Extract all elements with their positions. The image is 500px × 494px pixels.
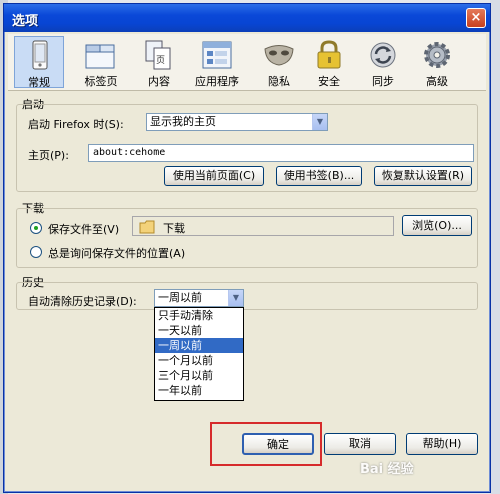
tab-advanced-label: 高级: [426, 75, 448, 88]
phone-icon: [32, 40, 48, 70]
ok-button[interactable]: 确定: [242, 433, 314, 455]
applications-icon: [202, 41, 232, 69]
history-option[interactable]: 一年以前: [155, 383, 243, 398]
save-to-radio[interactable]: [30, 222, 42, 234]
history-option[interactable]: 只手动清除: [155, 308, 243, 323]
chevron-down-icon: ▼: [312, 114, 327, 130]
tab-sync-label: 同步: [372, 75, 394, 88]
history-clear-select[interactable]: 一周以前 ▼: [154, 289, 244, 307]
tab-content-label: 内容: [148, 75, 170, 88]
always-ask-radio[interactable]: [30, 246, 42, 258]
cancel-button[interactable]: 取消: [324, 433, 396, 455]
window-title: 选项: [12, 14, 39, 29]
home-page-label: 主页(P):: [28, 149, 69, 162]
home-page-input[interactable]: about:cehome: [88, 144, 474, 162]
tab-security-label: 安全: [318, 75, 340, 88]
tab-applications[interactable]: 应用程序: [188, 36, 246, 88]
history-option[interactable]: 一天以前: [155, 323, 243, 338]
tab-privacy[interactable]: 隐私: [254, 36, 304, 88]
chevron-down-icon: ▼: [228, 290, 243, 306]
save-to-label: 保存文件至(V): [48, 223, 120, 236]
options-dialog: 选项 × 常规 标签页 页 内容 应用程序 隐私 安全 同步 高级 启动 启动 …: [3, 3, 491, 493]
tabs-icon: [85, 44, 115, 69]
history-option[interactable]: 三个月以前: [155, 368, 243, 383]
mask-icon: [264, 45, 294, 66]
tab-sync[interactable]: 同步: [358, 36, 408, 88]
sync-icon: [370, 42, 396, 68]
history-option[interactable]: 一个月以前: [155, 353, 243, 368]
help-button[interactable]: 帮助(H): [406, 433, 478, 455]
use-current-page-button[interactable]: 使用当前页面(C): [164, 166, 264, 186]
tab-general-label: 常规: [28, 76, 50, 89]
startup-when-value: 显示我的主页: [150, 115, 216, 128]
tab-privacy-label: 隐私: [268, 75, 290, 88]
history-option-selected[interactable]: 一周以前: [155, 338, 243, 353]
tab-tabs-label: 标签页: [84, 75, 118, 88]
gear-icon: [424, 42, 450, 68]
svg-text:页: 页: [156, 55, 165, 66]
history-clear-label: 自动清除历史记录(D):: [28, 295, 137, 308]
tab-advanced[interactable]: 高级: [412, 36, 462, 88]
always-ask-label: 总是询问保存文件的位置(A): [48, 247, 186, 260]
download-folder-field: 下载: [132, 216, 394, 236]
restore-default-button[interactable]: 恢复默认设置(R): [374, 166, 472, 186]
category-toolbar: 常规 标签页 页 内容 应用程序 隐私 安全 同步 高级: [8, 34, 486, 91]
tab-tabs[interactable]: 标签页: [76, 36, 126, 88]
tab-applications-label: 应用程序: [195, 75, 239, 88]
background-right-strip: [490, 0, 500, 494]
startup-when-label: 启动 Firefox 时(S):: [28, 118, 124, 131]
startup-when-select[interactable]: 显示我的主页 ▼: [146, 113, 328, 131]
folder-icon: [139, 220, 155, 234]
title-bar[interactable]: 选项 ×: [4, 4, 490, 32]
tab-content[interactable]: 页 内容: [134, 36, 184, 88]
lock-icon: [317, 40, 341, 69]
tab-general[interactable]: 常规: [14, 36, 64, 89]
content-icon: 页: [145, 40, 171, 70]
use-bookmark-button[interactable]: 使用书签(B)...: [276, 166, 362, 186]
history-dropdown-list: 只手动清除 一天以前 一周以前 一个月以前 三个月以前 一年以前: [154, 307, 244, 401]
history-clear-value: 一周以前: [158, 291, 202, 304]
browse-button[interactable]: 浏览(O)...: [402, 215, 472, 236]
watermark: Bai 经验: [360, 462, 414, 477]
close-button[interactable]: ×: [466, 8, 486, 28]
tab-security[interactable]: 安全: [304, 36, 354, 88]
download-folder-name: 下载: [163, 222, 185, 235]
